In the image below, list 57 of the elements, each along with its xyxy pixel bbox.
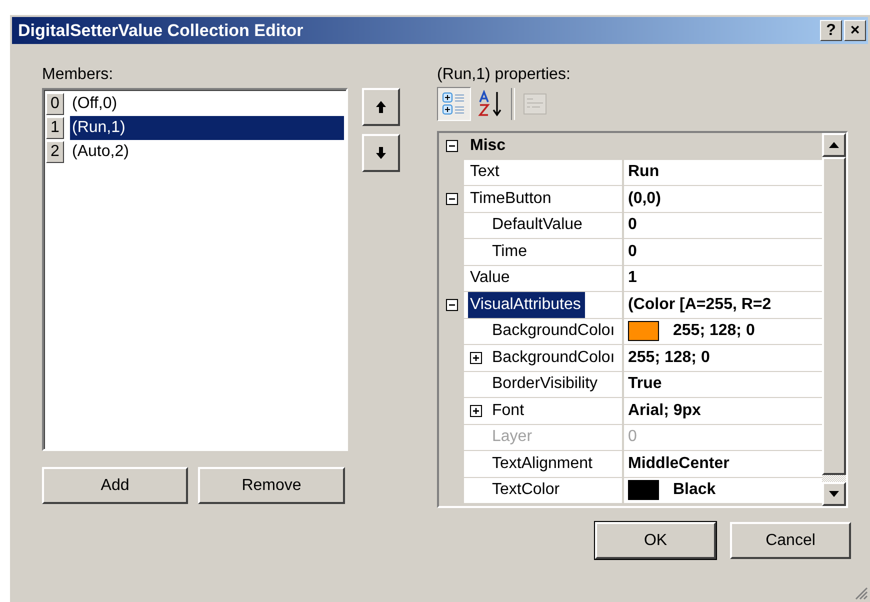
arrow-down-icon [375, 146, 387, 160]
resize-grip-icon[interactable] [854, 586, 868, 600]
index-label: 0 [46, 93, 64, 115]
property-name[interactable]: Font [490, 398, 528, 424]
categorized-icon [442, 91, 466, 117]
close-button[interactable]: × [844, 20, 866, 41]
property-pages-icon [523, 93, 547, 115]
remove-button[interactable]: Remove [198, 467, 345, 504]
property-name[interactable]: TextColor [490, 478, 564, 503]
property-value[interactable]: Black [673, 481, 716, 500]
add-button[interactable]: Add [42, 467, 188, 504]
index-label: 2 [46, 141, 64, 163]
property-value[interactable]: MiddleCenter [628, 454, 730, 473]
property-value[interactable]: True [628, 375, 662, 394]
property-value[interactable]: (0,0) [628, 190, 661, 208]
property-name[interactable]: Time [490, 239, 531, 264]
property-name[interactable]: BackgroundColoı [490, 345, 619, 370]
move-up-button[interactable] [362, 88, 400, 126]
property-value[interactable]: 0 [628, 216, 637, 234]
property-value[interactable]: 255; 128; 0 [628, 348, 710, 367]
window-title: DigitalSetterValue Collection Editor [18, 20, 304, 40]
property-value[interactable]: Arial; 9px [628, 402, 701, 420]
properties-label: (Run,1) properties: [437, 66, 572, 85]
ok-button[interactable]: OK [595, 522, 716, 559]
property-value[interactable]: (Color [A=255, R=2 [628, 296, 772, 314]
property-name[interactable]: Text [468, 160, 504, 185]
scrollbar-track[interactable] [822, 475, 846, 482]
category-label: Misc [469, 136, 507, 156]
categorized-button[interactable] [437, 87, 471, 121]
members-label: Members: [42, 66, 114, 85]
scroll-down-icon [829, 491, 839, 497]
member-item[interactable]: (Run,1) [70, 116, 344, 140]
property-name[interactable]: TimeButton [468, 186, 556, 212]
property-name[interactable]: BackgroundColoı [490, 318, 619, 344]
move-down-button[interactable] [362, 134, 400, 172]
collapse-icon[interactable] [446, 193, 458, 206]
index-label: 1 [46, 117, 64, 139]
arrow-up-icon [375, 100, 387, 114]
property-name[interactable]: DefaultValue [490, 212, 586, 238]
property-name[interactable]: VisualAttributes [468, 292, 585, 318]
member-item[interactable]: (Off,0) [70, 92, 344, 116]
expand-icon[interactable] [470, 404, 482, 417]
property-value[interactable]: 255; 128; 0 [673, 322, 755, 340]
member-item[interactable]: (Auto,2) [70, 140, 344, 164]
cancel-button[interactable]: Cancel [730, 522, 851, 559]
collapse-icon[interactable] [446, 140, 458, 152]
sort-alphabetical-icon [478, 90, 504, 118]
collapse-icon[interactable] [446, 299, 458, 312]
property-name[interactable]: TextAlignment [490, 451, 596, 476]
property-value[interactable]: 1 [628, 269, 637, 288]
expand-icon[interactable] [470, 352, 482, 364]
property-value[interactable]: Run [628, 163, 660, 182]
property-value[interactable]: 0 [628, 242, 637, 261]
property-name[interactable]: Value [468, 266, 514, 291]
scroll-up-icon [829, 142, 839, 148]
property-name[interactable]: BorderVisibility [490, 372, 602, 397]
help-button[interactable]: ? [820, 20, 842, 41]
